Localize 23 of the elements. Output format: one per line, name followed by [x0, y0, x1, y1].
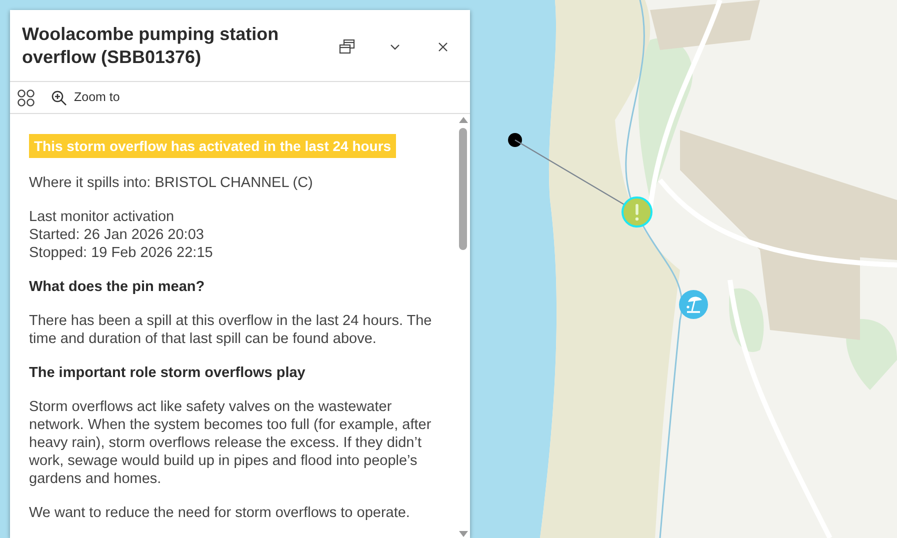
scroll-up-icon[interactable]: [458, 117, 468, 123]
zoom-in-icon: [51, 90, 67, 106]
body-text: Where it spills into: BRISTOL CHANNEL (C): [29, 174, 314, 192]
scroll-down-icon[interactable]: [458, 531, 468, 537]
section-heading: What does the pin mean?: [29, 278, 206, 296]
body-text: Stopped: 19 Feb 2026 22:15: [29, 244, 214, 262]
beach-umbrella-icon[interactable]: [679, 290, 708, 319]
body-text: We want to reduce the need for storm overflows to operate.: [29, 504, 411, 522]
chevron-down-icon: [390, 44, 400, 50]
panel-title: Woolacombe pumping station overflow (SBB01376): [22, 23, 280, 69]
body-text: Started: 26 Jan 2026 20:03: [29, 226, 205, 244]
body-text: There has been a spill at this overflow in the last 24 hours. The time and duration of that last spill can be found above.: [29, 312, 433, 348]
circles-grid-icon: [17, 88, 35, 106]
body-text: Last monitor activation: [29, 208, 176, 226]
scrollbar-thumb[interactable]: [459, 128, 467, 250]
alert-banner: This storm overflow has activated in the last 24 hours: [29, 134, 396, 158]
zoom-to-button[interactable]: Zoom to: [51, 88, 120, 107]
windows-icon: [339, 39, 355, 55]
warning-pin-icon[interactable]: [621, 196, 653, 228]
layout-button[interactable]: [15, 86, 37, 108]
close-icon: [438, 42, 448, 52]
section-heading: The important role storm overflows play: [29, 364, 306, 382]
body-text: Storm overflows act like safety valves on the wastewater network. When the system becomes too full (for example, after heavy rain), storm overflows release the excess. If they didn’t work, sewage would build up in pipes and flood into people’s gardens and homes.: [29, 398, 432, 488]
